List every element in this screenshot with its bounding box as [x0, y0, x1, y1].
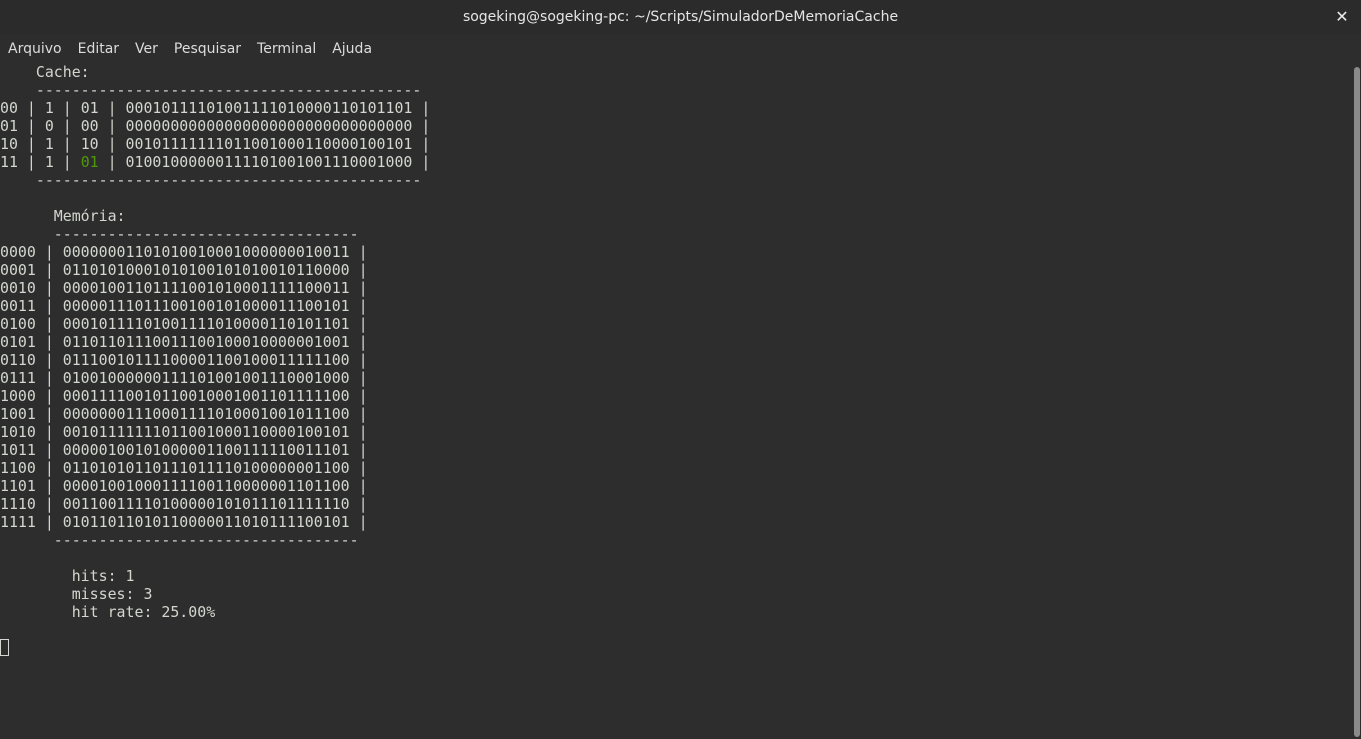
memory-row: 1110 | 00110011110100000101011101111110 … [0, 495, 368, 513]
cursor [0, 639, 9, 656]
memory-row: 1010 | 00101111111011001000110000100101 … [0, 423, 368, 441]
menu-arquivo[interactable]: Arquivo [0, 41, 70, 57]
menu-ajuda[interactable]: Ajuda [324, 41, 380, 57]
stat-hits: hits: 1 [0, 567, 135, 585]
cache-separator-bottom: ----------------------------------------… [0, 171, 422, 189]
memory-label: Memória: [0, 207, 126, 225]
stat-hit-rate: hit rate: 25.00% [0, 603, 216, 621]
window-title: sogeking@sogeking-pc: ~/Scripts/Simulado… [462, 9, 899, 25]
memory-row: 0110 | 01110010111100001100100011111100 … [0, 351, 368, 369]
memory-row: 0000 | 00000001101010010001000000010011 … [0, 243, 368, 261]
scrollbar-thumb[interactable] [1354, 67, 1360, 737]
menu-terminal[interactable]: Terminal [249, 41, 324, 57]
menu-editar[interactable]: Editar [70, 41, 127, 57]
cache-row: 00 | 1 | 01 | 00010111101001111010000110… [0, 99, 431, 117]
cache-label: Cache: [0, 63, 90, 81]
menu-pesquisar[interactable]: Pesquisar [166, 41, 249, 57]
memory-row: 0011 | 00000111011100100101000011100101 … [0, 297, 368, 315]
memory-row: 1001 | 00000001110001111010001001011100 … [0, 405, 368, 423]
memory-separator-top: ---------------------------------- [0, 225, 359, 243]
menu-bar: Arquivo Editar Ver Pesquisar Terminal Aj… [0, 38, 1361, 60]
memory-row: 1101 | 00001001000111100110000001101100 … [0, 477, 368, 495]
close-icon[interactable]: ✕ [1331, 6, 1353, 28]
memory-row: 1000 | 00011110010110010001001101111100 … [0, 387, 368, 405]
stat-misses: misses: 3 [0, 585, 153, 603]
cache-separator-top: ----------------------------------------… [0, 81, 422, 99]
terminal-output[interactable]: Cache: ---------------------------------… [0, 63, 1352, 739]
cache-row: 01 | 0 | 00 | 00000000000000000000000000… [0, 117, 431, 135]
memory-row: 0111 | 01001000000111101001001110001000 … [0, 369, 368, 387]
cache-row: 10 | 1 | 10 | 00101111111011001000110000… [0, 135, 431, 153]
memory-row: 0001 | 01101010001010100101010010110000 … [0, 261, 368, 279]
scrollbar[interactable] [1352, 63, 1361, 739]
memory-row: 1100 | 01101010110111011110100000001100 … [0, 459, 368, 477]
memory-row: 1011 | 00000100101000001100111110011101 … [0, 441, 368, 459]
memory-row: 0101 | 01101101110011100100010000001001 … [0, 333, 368, 351]
memory-row: 0010 | 00001001101111001010001111100011 … [0, 279, 368, 297]
cache-hit-tag: 01 [80, 153, 99, 171]
prompt-line[interactable] [0, 639, 1352, 657]
memory-row: 0100 | 00010111101001111010000110101101 … [0, 315, 368, 333]
cache-row: 11 | 1 | 01 | 01001000000111101001001110… [0, 153, 431, 171]
title-bar: sogeking@sogeking-pc: ~/Scripts/Simulado… [0, 0, 1361, 34]
memory-separator-bottom: ---------------------------------- [0, 531, 359, 549]
menu-ver[interactable]: Ver [127, 41, 166, 57]
memory-row: 1111 | 01011011010110000011010111100101 … [0, 513, 368, 531]
